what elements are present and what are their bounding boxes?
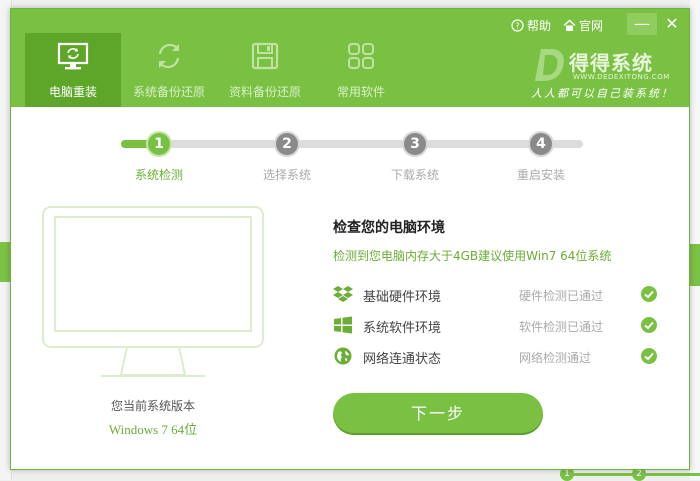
step-number: 1: [146, 131, 172, 157]
windows-icon: [333, 315, 353, 335]
help-label: 帮助: [527, 19, 552, 33]
official-site-link[interactable]: 官网: [563, 17, 603, 34]
close-button[interactable]: ✕: [657, 13, 687, 35]
brand-name: 得得系统: [569, 51, 653, 75]
check-row-software: 系统软件环境 软件检测已通过: [333, 314, 663, 336]
save-disk-icon: [248, 39, 282, 73]
step-label: 下载系统: [390, 168, 439, 182]
nav-label: 常用软件: [336, 85, 385, 99]
check-ok-icon: [641, 286, 657, 302]
current-system-title: 您当前系统版本: [110, 399, 195, 413]
help-link[interactable]: ? 帮助: [511, 17, 551, 34]
check-ok-icon: [641, 317, 657, 333]
check-item-status: 软件检测已通过: [519, 320, 604, 334]
nav-item-data-backup[interactable]: 资料备份还原: [217, 33, 313, 107]
apps-grid-icon: [344, 39, 378, 73]
step-number: 4: [528, 131, 554, 157]
check-item-status: 硬件检测已通过: [519, 289, 604, 303]
svg-text:?: ?: [515, 22, 519, 31]
nav-label: 系统备份还原: [132, 85, 205, 99]
check-row-network: 网络连通状态 网络检测通过: [333, 345, 663, 367]
main-nav: 电脑重装 系统备份还原 资料备份还原 常用软件: [25, 33, 409, 107]
dropbox-icon: [333, 284, 353, 304]
check-item-name: 基础硬件环境: [363, 290, 442, 305]
step-system-check: 1 系统检测: [119, 131, 199, 183]
nav-label: 资料备份还原: [228, 85, 301, 99]
nav-item-common-software[interactable]: 常用软件: [313, 33, 409, 107]
monitor-illustration: [41, 205, 265, 381]
home-icon: [563, 19, 576, 32]
step-label: 系统检测: [134, 168, 183, 182]
window-controls: — ✕: [627, 13, 687, 35]
check-item-status: 网络检测通过: [519, 351, 592, 365]
globe-icon: [333, 346, 353, 366]
check-ok-icon: [641, 348, 657, 364]
step-choose-system: 2 选择系统: [247, 131, 327, 183]
official-site-label: 官网: [579, 19, 604, 33]
sync-icon: [152, 39, 186, 73]
next-step-button[interactable]: 下一步: [333, 393, 543, 435]
nav-item-system-backup[interactable]: 系统备份还原: [121, 33, 217, 107]
step-download-system: 3 下载系统: [375, 131, 455, 183]
check-title: 检查您的电脑环境: [333, 220, 445, 236]
progress-steps: 1 系统检测 2 选择系统 3 下载系统 4 重启安装: [11, 107, 689, 187]
monitor-refresh-icon: [56, 39, 90, 73]
brand-url: WWW.DEDEXITONG.COM: [573, 73, 670, 81]
current-system-version: Windows 7 64位: [108, 422, 198, 437]
brand-d-logo-icon: [533, 45, 569, 85]
check-row-hardware: 基础硬件环境 硬件检测已通过: [333, 283, 663, 305]
top-links: ? 帮助 官网: [511, 17, 615, 34]
installer-window: 电脑重装 系统备份还原 资料备份还原 常用软件 ? 帮助 官网 — ✕ 得得系统…: [10, 8, 690, 470]
background-window-right: [690, 0, 700, 480]
step-label: 重启安装: [516, 168, 565, 182]
question-icon: ?: [511, 19, 524, 32]
check-item-name: 系统软件环境: [363, 321, 442, 336]
brand-logo: 得得系统 WWW.DEDEXITONG.COM 人人都可以自己装系统！: [531, 43, 683, 105]
check-item-name: 网络连通状态: [363, 352, 442, 367]
nav-item-reinstall[interactable]: 电脑重装: [25, 33, 121, 107]
step-number: 3: [402, 131, 428, 157]
nav-label: 电脑重装: [48, 85, 97, 99]
minimize-button[interactable]: —: [627, 13, 657, 35]
step-number: 2: [274, 131, 300, 157]
brand-slogan: 人人都可以自己装系统！: [531, 87, 674, 100]
check-subtitle: 检测到您电脑内存大于4GB建议使用Win7 64位系统: [333, 249, 612, 263]
header-bar: 电脑重装 系统备份还原 资料备份还原 常用软件 ? 帮助 官网 — ✕ 得得系统…: [11, 9, 689, 107]
step-label: 选择系统: [262, 168, 311, 182]
step-restart-install: 4 重启安装: [501, 131, 581, 183]
